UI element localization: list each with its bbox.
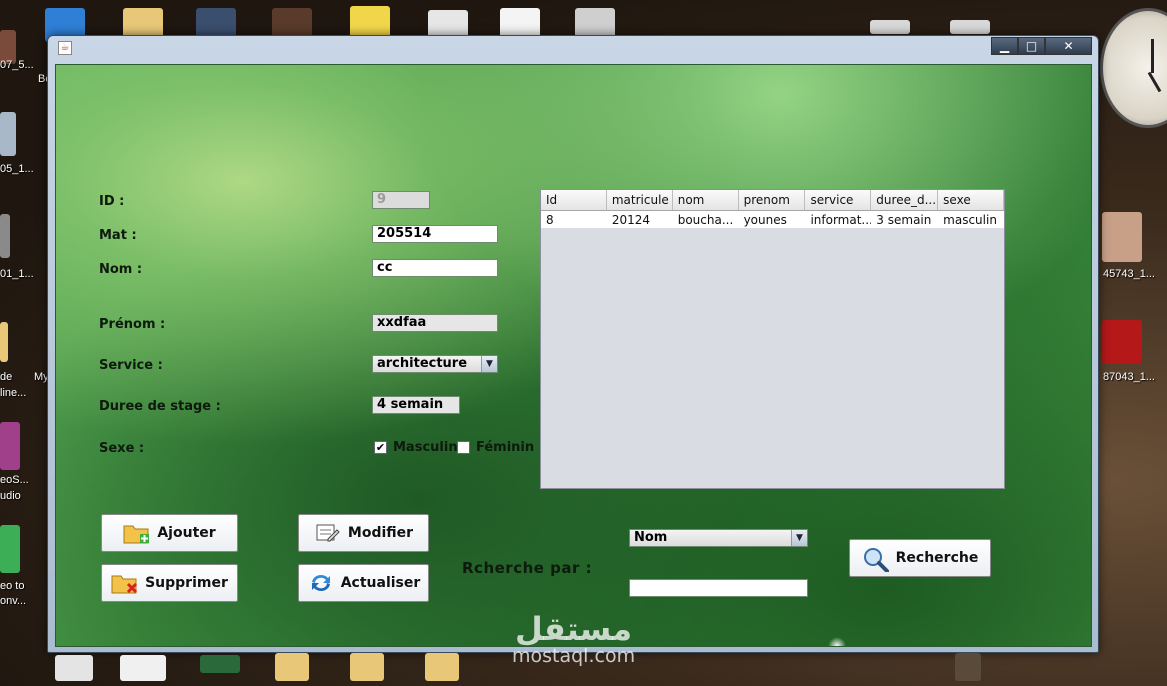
clock-gadget xyxy=(1100,8,1167,128)
clock-hour-hand xyxy=(1151,39,1154,73)
ajouter-button[interactable]: Ajouter xyxy=(101,514,238,552)
search-criteria-select[interactable]: Nom ▼ xyxy=(629,529,808,547)
supprimer-label: Supprimer xyxy=(145,575,228,591)
nom-field[interactable]: cc xyxy=(372,259,498,277)
service-label: Service : xyxy=(99,358,163,373)
table-cell: 3 semain xyxy=(876,213,932,227)
desktop-icon-folder[interactable] xyxy=(275,653,309,681)
desktop-icon-app-purple[interactable] xyxy=(0,422,20,470)
actualiser-label: Actualiser xyxy=(340,575,421,591)
desktop-icon-photo[interactable] xyxy=(1102,212,1142,262)
edit-icon xyxy=(314,521,342,545)
column-header[interactable]: prenom xyxy=(739,190,806,210)
column-header[interactable]: service xyxy=(805,190,872,210)
search-criteria-value: Nom xyxy=(634,530,668,545)
desktop-label: 05_1... xyxy=(0,163,34,175)
modifier-label: Modifier xyxy=(347,525,414,541)
watermark-arabic: مستقل xyxy=(515,610,633,648)
table-header: Id matricule nom prenom service duree_d.… xyxy=(541,190,1005,211)
watermark-latin: mostaql.com xyxy=(512,645,636,667)
desktop-label: udio xyxy=(0,490,21,502)
refresh-icon xyxy=(307,571,335,595)
feminin-label: Féminin xyxy=(476,440,535,455)
desktop-icon-app[interactable] xyxy=(200,655,240,673)
column-header[interactable]: duree_d... xyxy=(871,190,939,210)
prenom-label: Prénom : xyxy=(99,317,166,332)
desktop-icon-image[interactable] xyxy=(0,214,10,258)
recherche-label: Recherche xyxy=(895,550,979,566)
close-button[interactable]: ✕ xyxy=(1045,37,1092,55)
desktop-icon-document[interactable] xyxy=(950,20,990,34)
actualiser-button[interactable]: Actualiser xyxy=(298,564,429,602)
form-panel: ID : Mat : Nom : Prénom : Service : Dure… xyxy=(55,64,1092,647)
column-header[interactable]: nom xyxy=(673,190,739,210)
ajouter-label: Ajouter xyxy=(157,525,216,541)
mat-field[interactable]: 205514 xyxy=(372,225,498,243)
desktop-label: 45743_1... xyxy=(1103,268,1155,280)
id-label: ID : xyxy=(99,194,125,209)
table-cell: masculin xyxy=(943,213,997,227)
table-row[interactable]: 8 20124 boucha... younes informat... 3 s… xyxy=(541,211,1004,228)
desktop-label: eo to xyxy=(0,580,25,592)
table-cell: informat... xyxy=(810,213,872,227)
chevron-down-icon[interactable]: ▼ xyxy=(481,356,497,372)
light-spot xyxy=(828,637,846,646)
desktop-icon-document[interactable] xyxy=(870,20,910,34)
chevron-down-icon[interactable]: ▼ xyxy=(791,530,807,546)
sexe-label: Sexe : xyxy=(99,441,145,456)
duree-field[interactable]: 4 semain xyxy=(372,396,460,414)
desktop-icon-document[interactable] xyxy=(120,655,166,681)
magnifier-icon xyxy=(862,546,890,573)
desktop-label: 87043_1... xyxy=(1103,371,1155,383)
desktop-icon-app-green[interactable] xyxy=(0,525,20,573)
maximize-button[interactable]: □ xyxy=(1018,37,1045,55)
folder-delete-icon xyxy=(111,571,139,595)
desktop-icon-photo[interactable] xyxy=(1102,320,1142,364)
column-header[interactable]: sexe xyxy=(938,190,1005,210)
application-window: ☕ ▁ □ ✕ ID : Mat : Nom : Prénom : Servic… xyxy=(47,35,1099,653)
stagiaires-table[interactable]: Id matricule nom prenom service duree_d.… xyxy=(540,189,1005,489)
search-by-label: Rcherche par : xyxy=(462,559,593,577)
column-header[interactable]: Id xyxy=(541,190,607,210)
minimize-button[interactable]: ▁ xyxy=(991,37,1018,55)
desktop-label: eoS... xyxy=(0,474,29,486)
desktop-icon-folder[interactable] xyxy=(0,322,8,362)
duree-label: Duree de stage : xyxy=(99,399,221,414)
table-cell: 8 xyxy=(546,213,554,227)
desktop-icon-folder[interactable] xyxy=(425,653,459,681)
feminin-checkbox[interactable] xyxy=(457,441,470,454)
nom-label: Nom : xyxy=(99,262,143,277)
table-cell: 20124 xyxy=(611,213,651,227)
desktop-icon-folder[interactable] xyxy=(350,653,384,681)
service-select[interactable]: architecture ▼ xyxy=(372,355,498,373)
table-cell: younes xyxy=(743,213,787,227)
mat-label: Mat : xyxy=(99,228,137,243)
desktop-label: 01_1... xyxy=(0,268,34,280)
column-header[interactable]: matricule xyxy=(607,190,673,210)
clock-minute-hand xyxy=(1147,71,1162,93)
masculin-checkbox[interactable]: ✔ xyxy=(374,441,387,454)
desktop-label: 07_5... xyxy=(0,59,34,71)
prenom-field[interactable]: xxdfaa xyxy=(372,314,498,332)
desktop-label: de xyxy=(0,371,13,383)
window-controls: ▁ □ ✕ xyxy=(991,37,1092,55)
modifier-button[interactable]: Modifier xyxy=(298,514,429,552)
masculin-label: Masculin xyxy=(393,440,458,455)
java-icon[interactable]: ☕ xyxy=(58,41,72,55)
watermark: مستقل mostaql.com xyxy=(512,612,635,666)
title-bar[interactable]: ☕ ▁ □ ✕ xyxy=(48,36,1098,60)
desktop-icon-document[interactable] xyxy=(0,112,16,156)
desktop-label: onv... xyxy=(0,595,27,607)
recherche-button[interactable]: Recherche xyxy=(849,539,991,577)
desktop-icon-document[interactable] xyxy=(55,655,93,681)
supprimer-button[interactable]: Supprimer xyxy=(101,564,238,602)
table-cell: boucha... xyxy=(677,213,734,227)
desktop-icon-image[interactable] xyxy=(955,653,981,681)
desktop-label: line... xyxy=(0,387,27,399)
search-input[interactable] xyxy=(629,579,808,597)
id-field[interactable]: 9 xyxy=(372,191,430,209)
folder-add-icon xyxy=(123,521,151,545)
service-select-value: architecture xyxy=(377,356,468,371)
